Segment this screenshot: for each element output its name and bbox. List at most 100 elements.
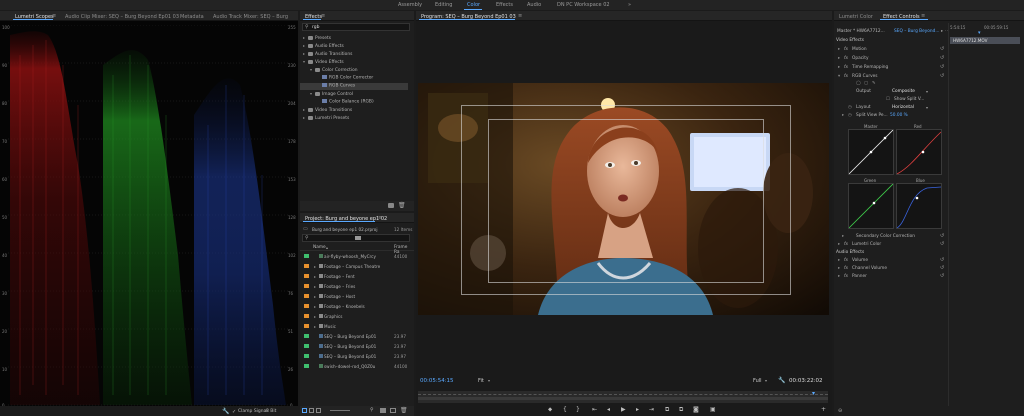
project-item-row[interactable]: ▸ Footage – Fent xyxy=(300,272,414,280)
effect-row[interactable]: ▸ fx Volume ↺ xyxy=(836,257,946,265)
reset-icon[interactable]: ↺ xyxy=(940,46,944,52)
mark-in-icon[interactable]: { xyxy=(563,406,567,413)
zoom-slider[interactable] xyxy=(330,410,350,411)
export-frame-icon[interactable]: ◙ xyxy=(693,406,699,413)
workspace-overflow-button[interactable]: » xyxy=(628,2,631,8)
output-select[interactable]: Composite xyxy=(892,89,915,96)
effects-tree-item[interactable]: ▸ Audio Transitions xyxy=(300,51,408,58)
comparison-view-icon[interactable]: ▣ xyxy=(710,406,716,413)
label-color-chip[interactable] xyxy=(304,284,309,288)
pen-mask-icon[interactable]: ✎ xyxy=(872,81,876,88)
lift-icon[interactable]: ⧉ xyxy=(665,406,669,414)
effect-row[interactable]: ▸ fx Opacity ↺ xyxy=(836,55,946,63)
tab-lumetri-color[interactable]: Lumetri Color xyxy=(839,14,873,20)
resolution-select[interactable]: Full xyxy=(753,378,762,384)
list-view-icon[interactable] xyxy=(302,408,307,413)
label-color-chip[interactable] xyxy=(304,304,309,308)
playhead-timecode[interactable]: 00:05:54:15 xyxy=(420,378,454,384)
add-button-icon[interactable]: + xyxy=(821,406,826,413)
project-item-row[interactable]: ▸ Footage – Knoebels xyxy=(300,302,414,310)
effects-tree-item[interactable]: RGB Curves xyxy=(300,83,408,90)
label-color-chip[interactable] xyxy=(304,254,309,258)
freeform-view-icon[interactable] xyxy=(316,408,321,413)
effects-tree-item[interactable]: ▸ Lumetri Presets xyxy=(300,115,408,122)
effect-row[interactable]: ▸ fx Panner ↺ xyxy=(836,273,946,281)
effects-menu-icon[interactable]: ≡ xyxy=(321,13,325,19)
effect-row[interactable]: ▸ fx Motion ↺ xyxy=(836,46,946,54)
reset-icon[interactable]: ↺ xyxy=(940,55,944,61)
split-view-percent-value[interactable]: 50.00 % xyxy=(890,113,908,120)
extract-icon[interactable]: ⧉ xyxy=(679,406,683,414)
project-search-field[interactable]: ⚲ xyxy=(302,234,410,242)
rect-mask-icon[interactable]: ▢ xyxy=(864,81,868,88)
effects-tree-item[interactable]: RGB Color Corrector xyxy=(300,75,408,82)
ec-playhead-marker[interactable]: ▾ xyxy=(978,30,981,36)
effect-row[interactable]: ▸ fx Lumetri Color ↺ xyxy=(836,241,946,249)
label-color-chip[interactable] xyxy=(304,344,309,348)
reset-icon[interactable]: ↺ xyxy=(940,233,944,239)
reset-icon[interactable]: ↺ xyxy=(940,273,944,279)
label-color-chip[interactable] xyxy=(304,354,309,358)
master-clip-select[interactable]: Master * HW6A7712... xyxy=(837,29,885,36)
go-to-out-icon[interactable]: ⇥ xyxy=(649,406,654,413)
effect-row[interactable]: ▸ Secondary Color Correction ↺ xyxy=(836,233,946,241)
project-item-row[interactable]: swish–dowel–rod_Q0Z0u 44100 xyxy=(300,362,414,370)
step-back-icon[interactable]: ◂ xyxy=(607,406,610,413)
workspace-dn-pc[interactable]: DN PC Workspace 02 xyxy=(557,2,610,8)
stopwatch-icon[interactable]: ◷ xyxy=(848,105,852,112)
workspace-editing[interactable]: Editing xyxy=(435,2,452,8)
project-item-row[interactable]: ▸ Footage – Fries xyxy=(300,282,414,290)
effects-tree-item[interactable]: Color Balance (RGB) xyxy=(300,99,408,106)
add-marker-icon[interactable]: ⬥ xyxy=(548,406,552,414)
expand-arrow-icon[interactable]: ▸ xyxy=(842,113,844,120)
effect-section-header[interactable]: Audio Effects xyxy=(836,250,946,257)
program-menu-icon[interactable]: ≡ xyxy=(518,13,522,19)
effects-tree-item[interactable]: ▸ Video Transitions xyxy=(300,107,408,114)
red-curve[interactable] xyxy=(896,129,942,175)
new-bin-icon[interactable] xyxy=(388,203,394,208)
play-icon[interactable]: ▶ xyxy=(621,406,626,413)
workspace-assembly[interactable]: Assembly xyxy=(398,2,422,8)
bit-depth-select[interactable]: 8 Bit xyxy=(266,409,276,414)
find-icon[interactable]: ⚲ xyxy=(370,407,374,413)
stopwatch-icon[interactable]: ◷ xyxy=(848,113,852,120)
zoom-select[interactable]: Fit xyxy=(478,378,484,384)
step-forward-icon[interactable]: ▸ xyxy=(636,406,639,413)
project-item-row[interactable]: SEQ – Burg Beyond Ep01 23.97 xyxy=(300,332,414,340)
reset-icon[interactable]: ↺ xyxy=(940,64,944,70)
effects-tree-item[interactable]: ▾ Color Correction xyxy=(300,67,408,74)
new-item-icon[interactable] xyxy=(390,408,396,413)
project-item-row[interactable]: ▸ Graphics xyxy=(300,312,414,320)
label-color-chip[interactable] xyxy=(304,294,309,298)
split-view-checkbox[interactable]: ☐ xyxy=(886,97,890,104)
new-bin-button-icon[interactable] xyxy=(380,408,386,413)
mark-out-icon[interactable]: } xyxy=(576,406,580,413)
play-audio-icon[interactable]: ▸ xyxy=(941,29,943,36)
column-name[interactable]: Name xyxy=(313,245,326,250)
fx-badge-icon[interactable]: fx xyxy=(844,56,852,61)
blue-curve[interactable] xyxy=(896,183,942,229)
sequence-clip-label[interactable]: SEQ – Burg Beyond... xyxy=(894,29,939,36)
workspace-color[interactable]: Color xyxy=(467,2,480,8)
go-to-in-icon[interactable]: ⇤ xyxy=(592,406,597,413)
tab-audio-clip-mixer[interactable]: Audio Clip Mixer: SEQ – Burg Beyond Ep01… xyxy=(65,14,179,20)
program-timeline-ruler[interactable]: ▾ xyxy=(418,390,828,403)
project-item-row[interactable]: air-flyby-whoosh_MyCrcy 44100 xyxy=(300,252,414,260)
layout-select[interactable]: Horizontal xyxy=(892,105,914,112)
reset-icon[interactable]: ↺ xyxy=(940,73,944,79)
project-item-row[interactable]: ▸ Footage – Host xyxy=(300,292,414,300)
label-color-chip[interactable] xyxy=(304,264,309,268)
fx-badge-icon[interactable]: fx xyxy=(844,266,852,271)
chevron-right-icon[interactable]: ▸ xyxy=(314,284,316,289)
tab-metadata[interactable]: Metadata xyxy=(180,14,204,20)
wrench-icon[interactable]: 🔧 xyxy=(778,377,785,384)
fx-badge-icon[interactable]: fx xyxy=(844,274,852,279)
chevron-right-icon[interactable]: ▸ xyxy=(314,304,316,309)
reset-icon[interactable]: ↺ xyxy=(940,241,944,247)
project-item-row[interactable]: ▸ Footage – Campus Theatre xyxy=(300,262,414,270)
playhead-marker[interactable]: ▾ xyxy=(812,390,815,397)
effect-section-header[interactable]: Video Effects xyxy=(836,38,946,45)
project-item-row[interactable]: SEQ – Burg Beyond Ep01 23.97 xyxy=(300,352,414,360)
zoom-scroll-bar[interactable] xyxy=(418,397,828,400)
effects-tree-item[interactable]: ▾ Image Control xyxy=(300,91,408,98)
